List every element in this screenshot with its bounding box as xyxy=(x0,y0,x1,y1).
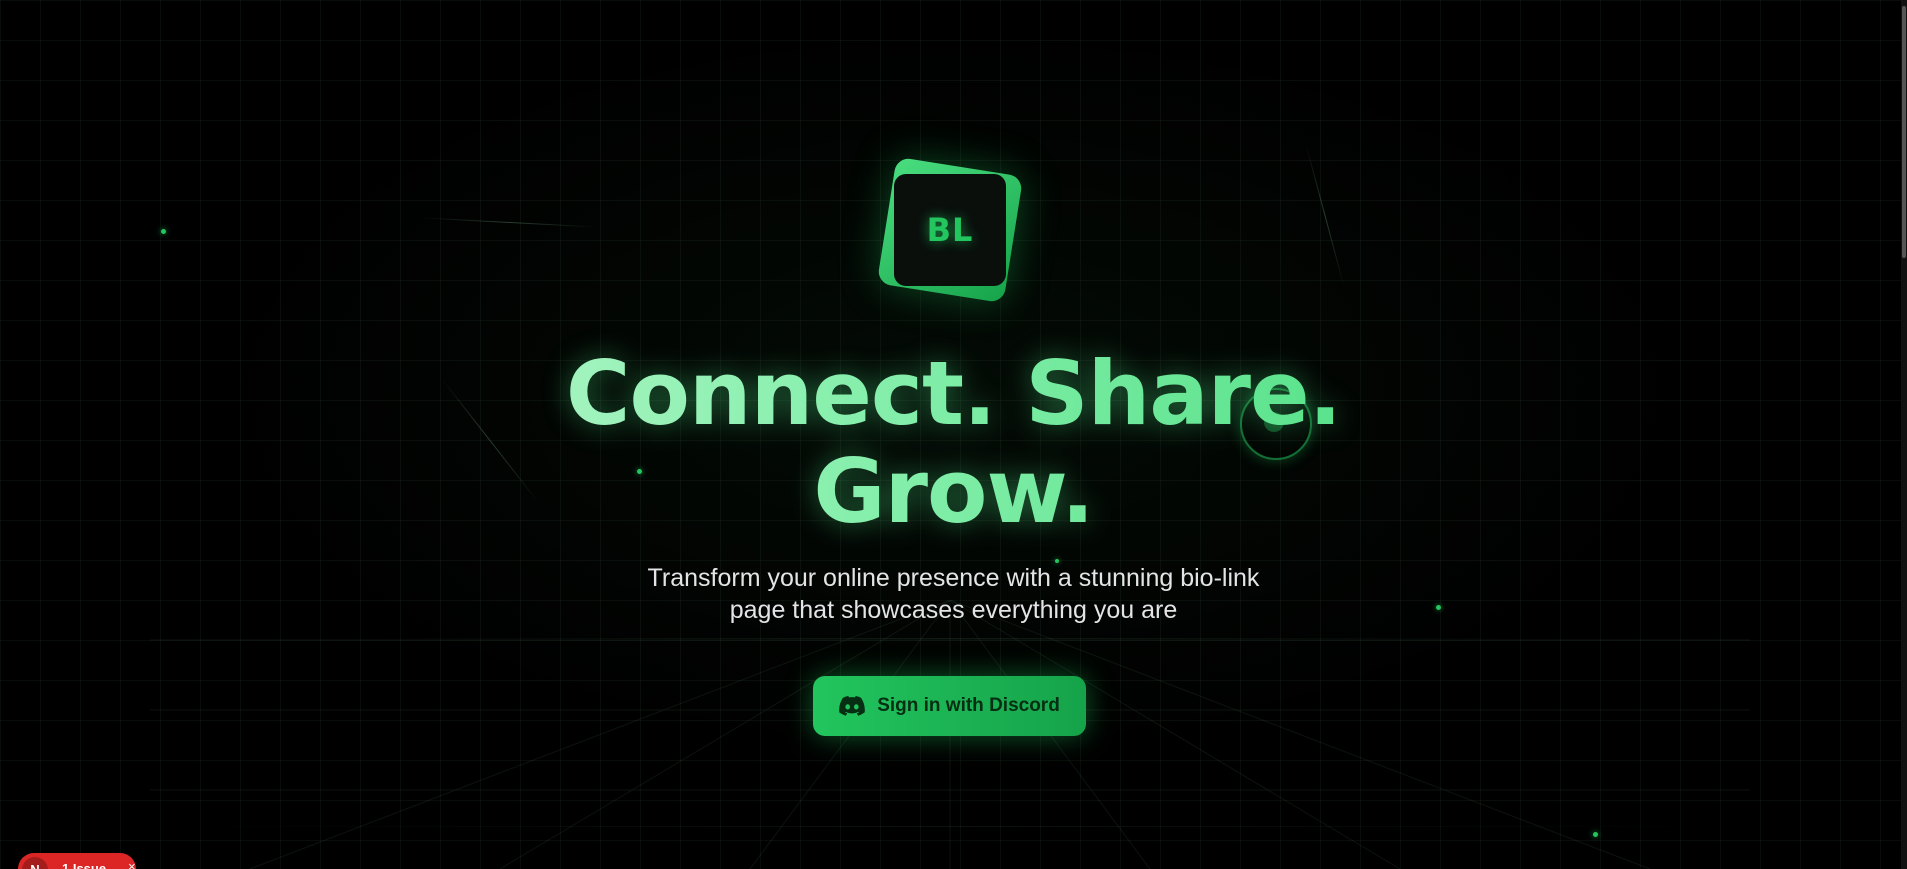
issues-badge[interactable]: N 1 Issue × xyxy=(18,853,136,869)
light-streak xyxy=(170,826,1730,827)
issues-badge-logo: N xyxy=(22,857,48,869)
glow-dot xyxy=(1436,605,1441,610)
sign-in-discord-button[interactable]: Sign in with Discord xyxy=(813,676,1086,736)
sign-in-discord-label: Sign in with Discord xyxy=(877,695,1060,716)
brand-logo: BL xyxy=(876,156,1024,304)
headline-line-1: Connect. Share. xyxy=(565,342,1342,445)
close-icon[interactable]: × xyxy=(128,859,136,869)
hero-subtitle: Transform your online presence with a st… xyxy=(647,564,1260,624)
glow-dot xyxy=(1593,832,1598,837)
hero-headline: Connect. Share. Grow. xyxy=(0,345,1907,541)
scrollbar-thumb[interactable] xyxy=(1902,6,1906,258)
light-streak xyxy=(370,638,1530,639)
glow-dot xyxy=(161,229,166,234)
issues-badge-label: 1 Issue xyxy=(62,861,107,869)
logo-front-tile: BL xyxy=(894,174,1006,286)
logo-text: BL xyxy=(926,211,974,249)
headline-line-2: Grow. xyxy=(813,440,1094,543)
discord-icon xyxy=(839,696,866,716)
landing-page: BL Connect. Share. Grow. Transform your … xyxy=(0,0,1907,869)
page-scrollbar[interactable] xyxy=(1901,0,1907,869)
